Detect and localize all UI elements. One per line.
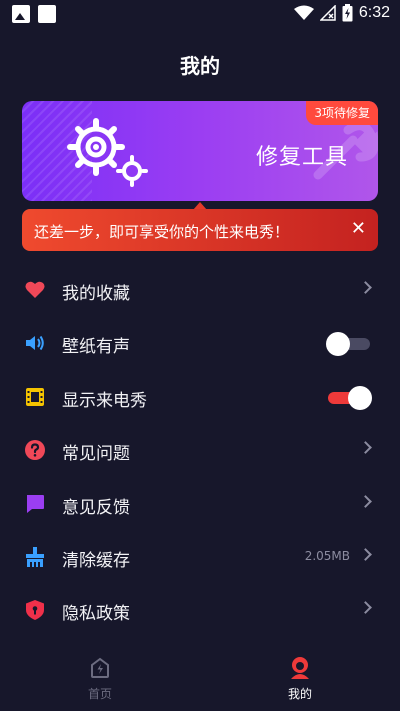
shield-icon — [26, 600, 44, 621]
menu-item-label: 意见反馈 — [62, 497, 130, 518]
speaker-icon — [26, 336, 44, 351]
pending-repair-badge: 3项待修复 — [306, 101, 378, 125]
menu-item-label: 常见问题 — [62, 444, 130, 465]
question-icon — [25, 440, 45, 461]
app-notification-icon — [38, 5, 56, 23]
cache-size: 2.05MB — [304, 548, 350, 563]
gear-icon — [67, 118, 148, 187]
chevron-right-icon — [359, 494, 372, 508]
page-title: 我的 — [180, 54, 220, 78]
film-icon — [26, 387, 44, 406]
menu-item-label: 显示来电秀 — [62, 390, 147, 411]
menu-item-favorites[interactable]: 我的收藏 — [0, 263, 400, 316]
tip-text: 还差一步，即可享受你的个性来电秀！ — [34, 223, 290, 241]
menu-item-wallpaper-sound[interactable]: 壁纸有声 — [0, 316, 400, 369]
menu-item-feedback[interactable]: 意见反馈 — [0, 477, 400, 530]
tab-mine-label: 我的 — [287, 687, 312, 701]
banner-title: 修复工具 — [255, 145, 348, 170]
heart-icon — [25, 281, 45, 298]
screen: 6:32 我的 修复工具 3项待修复 还差一步，即可享受你的个性来电秀！ ✕ 我… — [0, 0, 400, 711]
wifi-icon — [293, 5, 314, 20]
home-icon — [91, 657, 109, 678]
image-notification-icon — [12, 5, 30, 23]
feedback-icon — [27, 494, 44, 513]
show-caller-video-toggle[interactable] — [328, 385, 372, 410]
menu-item-clear-cache[interactable]: 清除缓存 2.05MB — [0, 530, 400, 583]
bottom-nav: 首页 我的 — [0, 650, 400, 711]
settings-menu: 我的收藏 壁纸有声 显示来电秀 常见问题 意见反馈 清除缓存 2.05MB 隐私… — [0, 263, 400, 637]
tab-home[interactable]: 首页 — [0, 656, 200, 706]
menu-item-label: 清除缓存 — [62, 550, 130, 571]
menu-item-show-caller-video[interactable]: 显示来电秀 — [0, 370, 400, 423]
status-time: 6:32 — [358, 4, 390, 21]
repair-tool-banner[interactable]: 修复工具 3项待修复 — [22, 101, 378, 201]
broom-icon — [26, 546, 44, 567]
chevron-right-icon — [359, 441, 372, 455]
no-signal-icon — [319, 5, 336, 21]
toggle-knob — [348, 385, 372, 410]
chevron-right-icon — [359, 281, 372, 294]
toggle-knob — [326, 332, 350, 357]
status-bar: 6:32 — [0, 0, 400, 28]
menu-item-privacy-policy[interactable]: 隐私政策 — [0, 583, 400, 636]
battery-charging-icon — [342, 4, 353, 22]
menu-item-label: 我的收藏 — [62, 284, 130, 304]
menu-item-label: 壁纸有声 — [62, 337, 130, 358]
menu-item-faq[interactable]: 常见问题 — [0, 423, 400, 476]
close-icon[interactable]: ✕ — [351, 219, 366, 239]
menu-item-label: 隐私政策 — [62, 604, 130, 625]
chevron-right-icon — [359, 601, 372, 615]
wallpaper-sound-toggle[interactable] — [326, 332, 370, 357]
tab-mine[interactable]: 我的 — [200, 656, 400, 706]
setup-tip[interactable]: 还差一步，即可享受你的个性来电秀！ ✕ — [22, 209, 378, 251]
chevron-right-icon — [359, 548, 372, 561]
profile-icon — [291, 657, 309, 679]
tab-home-label: 首页 — [87, 687, 112, 701]
